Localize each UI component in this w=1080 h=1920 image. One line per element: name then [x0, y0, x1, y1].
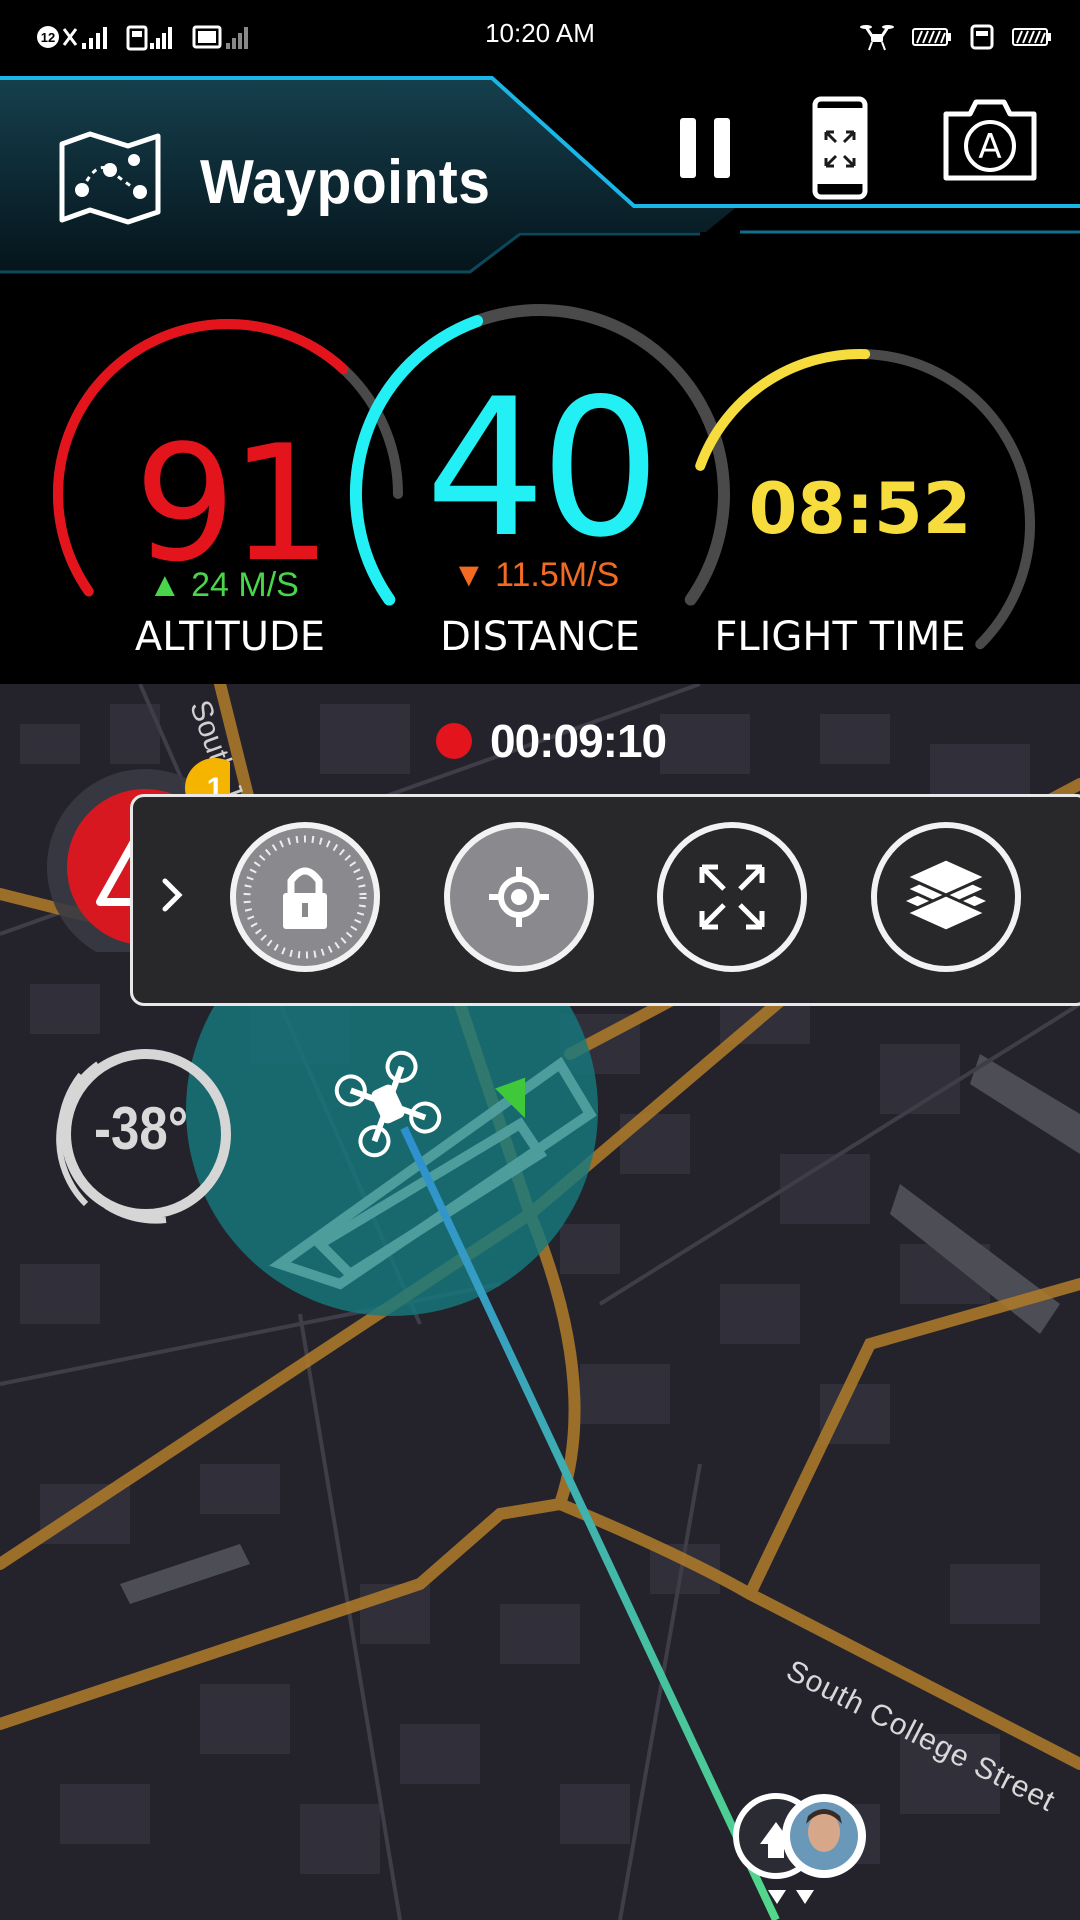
altitude-rate: ▲ 24 M/S [148, 566, 299, 604]
pause-icon[interactable] [676, 114, 736, 184]
svg-text:A: A [978, 127, 1001, 167]
header-background [0, 72, 1080, 274]
target-icon[interactable] [443, 821, 595, 973]
home-point-marker[interactable] [730, 1786, 880, 1916]
recording-indicator: 00:09:10 [436, 714, 667, 768]
map-view[interactable]: South Jacks South College Street 00:09:1… [0, 684, 1080, 1920]
expand-icon[interactable] [656, 821, 808, 973]
distance-value: 40 [425, 358, 661, 579]
drone-battery-icon [912, 28, 951, 46]
distance-label: DISTANCE [440, 614, 640, 660]
remote-controller-icon [970, 24, 994, 50]
altitude-value: 91 [134, 410, 332, 597]
layers-icon[interactable] [870, 821, 1022, 973]
header-bar: Waypoints A [0, 72, 1080, 304]
down-arrow-icon: ▼ [452, 556, 486, 594]
flight-time-label: FLIGHT TIME [714, 614, 966, 660]
map-tools-panel [130, 794, 1080, 1006]
phone-battery-icon [1012, 28, 1051, 46]
telemetry-gauges: 91 ▲ 24 M/S ALTITUDE 40 ▼ 11.5M/S DISTAN… [0, 304, 1080, 684]
drone-icon [860, 25, 894, 51]
flight-time-gauge-fill [695, 349, 871, 471]
up-arrow-icon: ▲ [148, 566, 182, 604]
flight-time-value: 08:52 [748, 468, 972, 550]
compass-heading-value: -38° [94, 1095, 189, 1162]
page-title: Waypoints [200, 148, 491, 217]
status-bar: 12 10:20 AM [0, 0, 1080, 72]
record-dot-icon [436, 723, 472, 759]
lock-icon[interactable] [229, 821, 381, 973]
altitude-label: ALTITUDE [134, 614, 326, 660]
fullscreen-phone-icon[interactable] [812, 96, 868, 200]
auto-camera-icon[interactable]: A [940, 98, 1040, 182]
recording-time: 00:09:10 [490, 715, 667, 767]
waypoints-map-icon [59, 131, 161, 225]
status-right-icons [860, 20, 1052, 54]
chevron-right-icon[interactable] [157, 875, 187, 915]
distance-rate: ▼ 11.5M/S [452, 556, 620, 594]
